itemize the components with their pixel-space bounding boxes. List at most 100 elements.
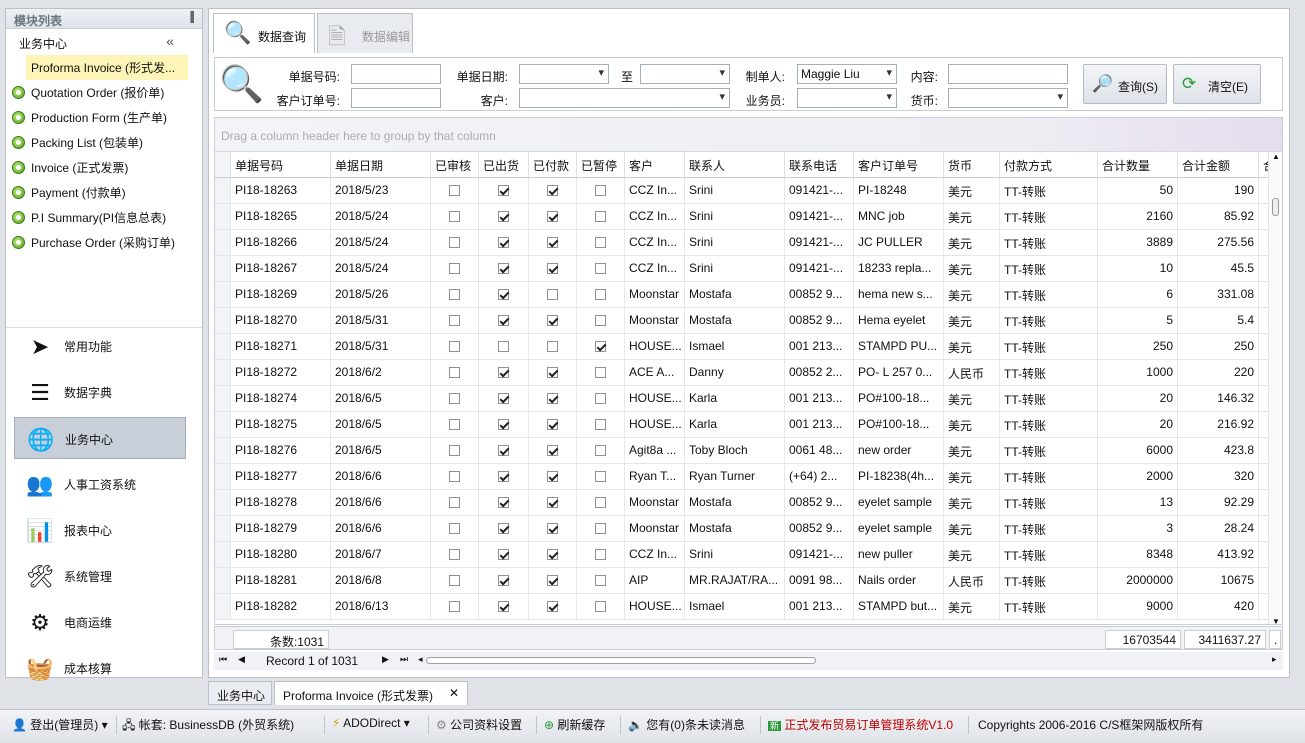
table-cell[interactable]: MR.RAJAT/RA... <box>685 568 785 593</box>
row-indicator[interactable] <box>215 438 231 463</box>
checkbox[interactable] <box>498 445 509 457</box>
checkbox-cell[interactable] <box>431 568 479 593</box>
checkbox-cell[interactable] <box>479 204 529 229</box>
table-cell[interactable]: 20 <box>1098 386 1178 411</box>
nav-button[interactable]: 👥 人事工资系统 <box>14 463 186 505</box>
checkbox-cell[interactable] <box>431 516 479 541</box>
table-cell[interactable]: PO#100-18... <box>854 412 944 437</box>
checkbox-cell[interactable] <box>431 282 479 307</box>
checkbox-cell[interactable] <box>529 568 577 593</box>
table-cell[interactable]: 250 <box>1098 334 1178 359</box>
table-cell[interactable]: Srini <box>685 256 785 281</box>
table-cell[interactable]: 5.4 <box>1178 308 1259 333</box>
checkbox[interactable] <box>595 393 606 405</box>
column-header[interactable]: 合计数量 <box>1098 152 1178 177</box>
table-row[interactable]: PI18-18279 2018/6/6 Moonstar Mostafa 00852 9… <box>215 516 1282 542</box>
checkbox-cell[interactable] <box>431 594 479 619</box>
row-indicator[interactable] <box>215 412 231 437</box>
checkbox[interactable] <box>595 315 606 327</box>
checkbox-cell[interactable] <box>479 438 529 463</box>
currency-select[interactable] <box>948 88 1068 108</box>
table-cell[interactable]: eyelet sample <box>854 490 944 515</box>
table-cell[interactable]: Danny <box>685 360 785 385</box>
table-cell[interactable]: PI18-18281 <box>231 568 331 593</box>
table-cell[interactable]: CCZ In... <box>625 542 685 567</box>
table-cell[interactable]: 2160 <box>1098 204 1178 229</box>
row-indicator[interactable] <box>215 178 231 203</box>
table-cell[interactable]: 2018/6/8 <box>331 568 431 593</box>
table-cell[interactable]: 45.5 <box>1178 256 1259 281</box>
table-row[interactable]: PI18-18280 2018/6/7 CCZ In... Srini 091421-.… <box>215 542 1282 568</box>
table-row[interactable]: PI18-18277 2018/6/6 Ryan T... Ryan Turner (+… <box>215 464 1282 490</box>
module-item[interactable]: Quotation Order (报价单) <box>6 80 202 105</box>
table-row[interactable]: PI18-18282 2018/6/13 HOUSE... Ismael 001 213… <box>215 594 1282 620</box>
checkbox[interactable] <box>547 185 558 197</box>
checkbox-cell[interactable] <box>577 308 625 333</box>
tab-edit[interactable]: 🗎 数据编辑 <box>317 13 413 53</box>
column-header[interactable]: 联系电话 <box>785 152 854 177</box>
table-cell[interactable]: STAMPD PU... <box>854 334 944 359</box>
messages-button[interactable]: 🔈 您有(0)条未读消息 <box>628 716 745 733</box>
table-cell[interactable]: 美元 <box>944 490 1000 515</box>
checkbox[interactable] <box>595 341 606 353</box>
table-cell[interactable]: 146.32 <box>1178 386 1259 411</box>
table-cell[interactable]: TT-转账 <box>1000 282 1098 307</box>
table-cell[interactable]: HOUSE... <box>625 386 685 411</box>
checkbox-cell[interactable] <box>577 490 625 515</box>
table-row[interactable]: PI18-18275 2018/6/5 HOUSE... Karla 001 213..… <box>215 412 1282 438</box>
checkbox-cell[interactable] <box>577 516 625 541</box>
table-cell[interactable]: 3 <box>1098 516 1178 541</box>
row-indicator[interactable] <box>215 334 231 359</box>
first-record-icon[interactable]: ⏮ <box>219 654 227 665</box>
doc-tab-business[interactable]: 业务中心 <box>208 681 272 705</box>
table-cell[interactable]: 92.29 <box>1178 490 1259 515</box>
table-cell[interactable]: CCZ In... <box>625 178 685 203</box>
table-cell[interactable]: 00852 2... <box>785 360 854 385</box>
checkbox[interactable] <box>449 341 460 353</box>
checkbox-cell[interactable] <box>431 178 479 203</box>
checkbox-cell[interactable] <box>577 438 625 463</box>
checkbox[interactable] <box>595 601 606 613</box>
scroll-thumb[interactable] <box>1272 198 1279 216</box>
table-cell[interactable]: PI18-18277 <box>231 464 331 489</box>
checkbox-cell[interactable] <box>479 178 529 203</box>
table-row[interactable]: PI18-18267 2018/5/24 CCZ In... Srini 091421-… <box>215 256 1282 282</box>
scroll-down-icon[interactable]: ▼ <box>1272 617 1280 624</box>
logout-button[interactable]: 👤 登出(管理员) ▾ <box>12 716 108 733</box>
table-cell[interactable]: 091421-... <box>785 542 854 567</box>
table-cell[interactable]: 28.24 <box>1178 516 1259 541</box>
table-cell[interactable]: 6000 <box>1098 438 1178 463</box>
table-cell[interactable]: 423.8 <box>1178 438 1259 463</box>
table-cell[interactable]: PI18-18278 <box>231 490 331 515</box>
checkbox[interactable] <box>547 471 558 483</box>
table-cell[interactable]: 0061 48... <box>785 438 854 463</box>
table-cell[interactable]: 8348 <box>1098 542 1178 567</box>
table-cell[interactable]: PO- L 257 0... <box>854 360 944 385</box>
checkbox-cell[interactable] <box>529 412 577 437</box>
column-header[interactable]: 单据日期 <box>331 152 431 177</box>
table-cell[interactable]: Mostafa <box>685 282 785 307</box>
checkbox-cell[interactable] <box>479 334 529 359</box>
table-cell[interactable]: 190 <box>1178 178 1259 203</box>
checkbox-cell[interactable] <box>431 490 479 515</box>
checkbox[interactable] <box>547 315 558 327</box>
table-cell[interactable]: 10675 <box>1178 568 1259 593</box>
table-cell[interactable]: 美元 <box>944 542 1000 567</box>
checkbox-cell[interactable] <box>577 178 625 203</box>
checkbox[interactable] <box>449 497 460 509</box>
refresh-cache-button[interactable]: ⊕ 刷新缓存 <box>544 716 605 733</box>
table-cell[interactable]: 美元 <box>944 412 1000 437</box>
table-cell[interactable]: 2018/6/6 <box>331 516 431 541</box>
table-cell[interactable]: 2018/5/24 <box>331 256 431 281</box>
checkbox-cell[interactable] <box>529 256 577 281</box>
table-cell[interactable]: TT-转账 <box>1000 334 1098 359</box>
vertical-scrollbar[interactable]: ▲ ▼ <box>1268 152 1282 624</box>
checkbox[interactable] <box>595 237 606 249</box>
checkbox[interactable] <box>449 263 460 275</box>
table-cell[interactable]: ACE A... <box>625 360 685 385</box>
table-cell[interactable]: TT-转账 <box>1000 308 1098 333</box>
table-cell[interactable]: Mostafa <box>685 490 785 515</box>
checkbox-cell[interactable] <box>529 204 577 229</box>
table-cell[interactable]: new order <box>854 438 944 463</box>
checkbox-cell[interactable] <box>431 230 479 255</box>
